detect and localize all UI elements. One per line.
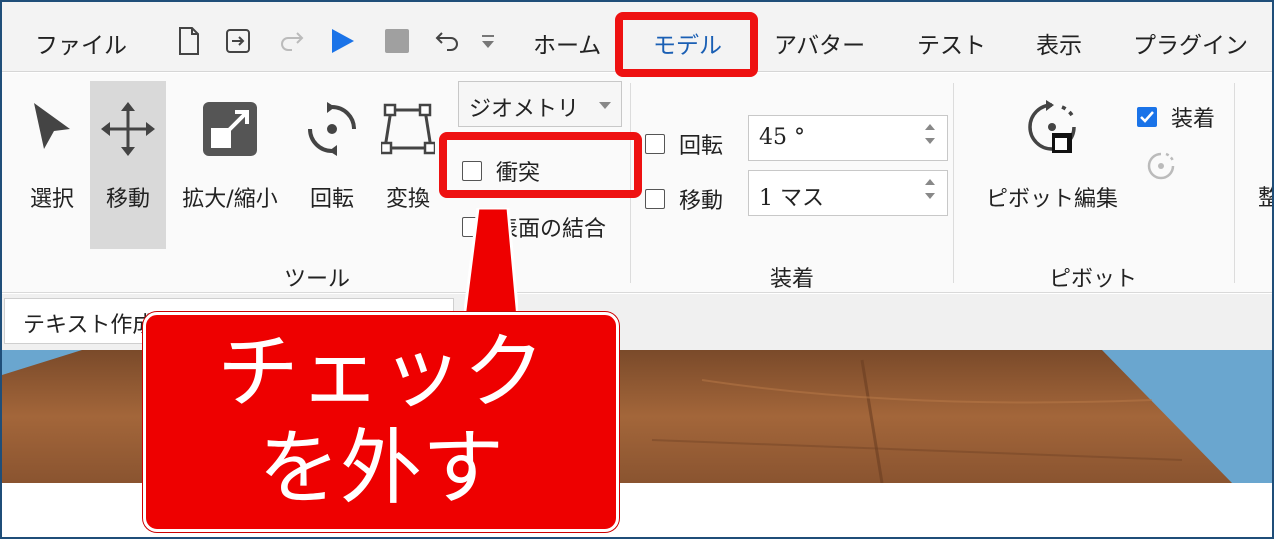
align-tool-label-cut[interactable]: 整 xyxy=(1258,180,1272,212)
rotate-tool-button[interactable]: 回転 xyxy=(298,81,366,249)
callout-text: チェックを外す xyxy=(216,325,545,516)
rotate-tool-label: 回転 xyxy=(309,187,354,212)
undo-icon[interactable] xyxy=(432,26,462,56)
move-arrows-icon xyxy=(98,89,158,169)
divider xyxy=(953,83,954,283)
rotate-icon xyxy=(302,89,362,169)
move-snap-label: 移動 xyxy=(679,189,724,214)
redo-icon[interactable] xyxy=(277,26,307,56)
geometry-dropdown[interactable]: ジオメトリ xyxy=(458,81,622,127)
tab-avatar[interactable]: アバター xyxy=(774,26,865,60)
rotate-snap-checkbox-row[interactable]: 回転 xyxy=(645,128,723,160)
pivot-attach-label: 装着 xyxy=(1171,107,1216,132)
tab-plugins[interactable]: プラグイン xyxy=(1133,26,1248,60)
move-snap-value: 1 マス xyxy=(759,186,824,211)
move-snap-input[interactable]: 1 マス xyxy=(748,170,948,216)
new-file-icon[interactable] xyxy=(174,26,204,56)
app-window: ファイル ホーム モデル アバター テスト 表示 プラグイン 選択 移動 拡大/… xyxy=(0,0,1274,539)
rotate-snap-input[interactable]: 45 ° xyxy=(748,115,948,161)
select-tool-label: 選択 xyxy=(29,187,74,212)
scale-tool-button[interactable]: 拡大/縮小 xyxy=(174,81,286,249)
pivot-edit-button[interactable]: ピボット編集 xyxy=(977,81,1127,249)
pivot-group-label: ピボット xyxy=(1049,267,1138,292)
pivot-edit-icon xyxy=(1022,89,1082,169)
move-tool-label: 移動 xyxy=(105,187,150,212)
collision-highlight xyxy=(439,132,642,198)
tools-group-label: ツール xyxy=(284,267,351,292)
spinner-arrows-icon[interactable] xyxy=(925,124,935,144)
annotation-callout: チェックを外す xyxy=(143,312,619,532)
tab-home[interactable]: ホーム xyxy=(533,26,601,60)
select-tool-button[interactable]: 選択 xyxy=(16,81,88,249)
rotate-snap-label: 回転 xyxy=(679,134,724,159)
play-icon[interactable] xyxy=(327,26,357,56)
pivot-attach-checkbox-row[interactable]: 装着 xyxy=(1137,101,1215,133)
rotate-snap-value: 45 ° xyxy=(759,125,805,150)
rotate-snap-checkbox[interactable] xyxy=(645,134,665,154)
cursor-arrow-icon xyxy=(22,89,82,169)
callout-pointer xyxy=(464,208,518,318)
move-tool-button[interactable]: 移動 xyxy=(90,81,166,249)
checkmark-icon xyxy=(1140,111,1154,123)
model-tab-highlight xyxy=(615,12,758,77)
geometry-dropdown-value: ジオメトリ xyxy=(469,97,580,122)
pivot-attach-checkbox[interactable] xyxy=(1137,107,1157,127)
tab-test[interactable]: テスト xyxy=(917,26,986,60)
scale-icon xyxy=(200,89,260,169)
snap-group-label: 装着 xyxy=(770,267,815,292)
text-create-value: テキスト作成 xyxy=(23,313,155,338)
stop-icon[interactable] xyxy=(382,26,412,56)
pivot-reset-icon[interactable] xyxy=(1146,151,1176,185)
customize-dropdown-icon[interactable] xyxy=(476,26,500,56)
menu-file[interactable]: ファイル xyxy=(35,26,127,60)
divider xyxy=(1234,83,1235,283)
tab-view[interactable]: 表示 xyxy=(1036,26,1082,60)
pivot-edit-label: ピボット編集 xyxy=(985,187,1118,212)
transform-icon xyxy=(378,89,438,169)
move-snap-checkbox[interactable] xyxy=(645,189,665,209)
transform-tool-button[interactable]: 変換 xyxy=(376,81,440,249)
scale-tool-label: 拡大/縮小 xyxy=(182,187,278,212)
spinner-arrows-icon[interactable] xyxy=(925,179,935,199)
move-snap-checkbox-row[interactable]: 移動 xyxy=(645,183,723,215)
transform-tool-label: 変換 xyxy=(385,187,430,212)
chevron-down-icon xyxy=(599,102,611,109)
import-icon[interactable] xyxy=(223,26,253,56)
